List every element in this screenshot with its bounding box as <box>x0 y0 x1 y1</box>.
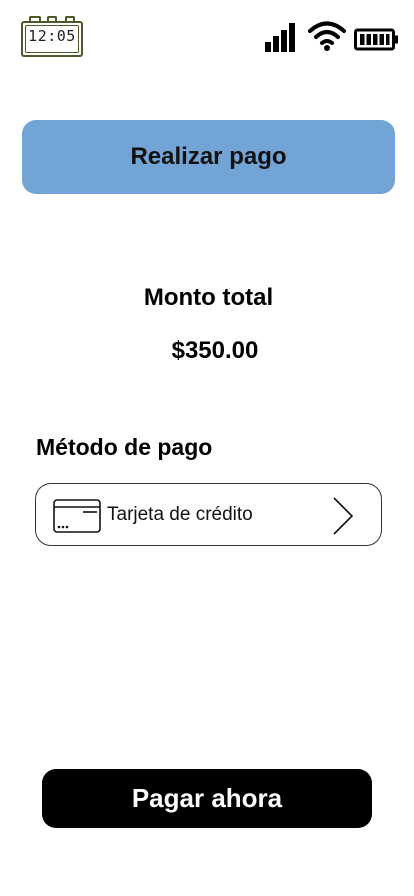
payment-method-label: Método de pago <box>36 434 213 460</box>
payment-method-selector[interactable]: Tarjeta de crédito <box>35 483 382 546</box>
status-icons <box>264 21 404 54</box>
total-label: Monto total <box>143 284 274 311</box>
page-title: Realizar pago <box>130 143 287 170</box>
battery-full-icon <box>354 28 398 51</box>
total-amount: $350.00 <box>171 337 259 364</box>
wifi-icon <box>308 21 346 51</box>
pay-now-button[interactable]: Pagar ahora <box>42 769 372 828</box>
credit-card-icon <box>53 499 101 533</box>
page-title-bar: Realizar pago <box>22 120 395 194</box>
payment-method-value: Tarjeta de crédito <box>107 504 253 525</box>
chevron-right-icon <box>333 497 354 535</box>
status-time: 12:05 <box>28 27 76 45</box>
pay-now-label: Pagar ahora <box>131 783 283 813</box>
clock-icon: 12:05 <box>21 16 83 57</box>
signal-bars-icon <box>265 23 295 52</box>
